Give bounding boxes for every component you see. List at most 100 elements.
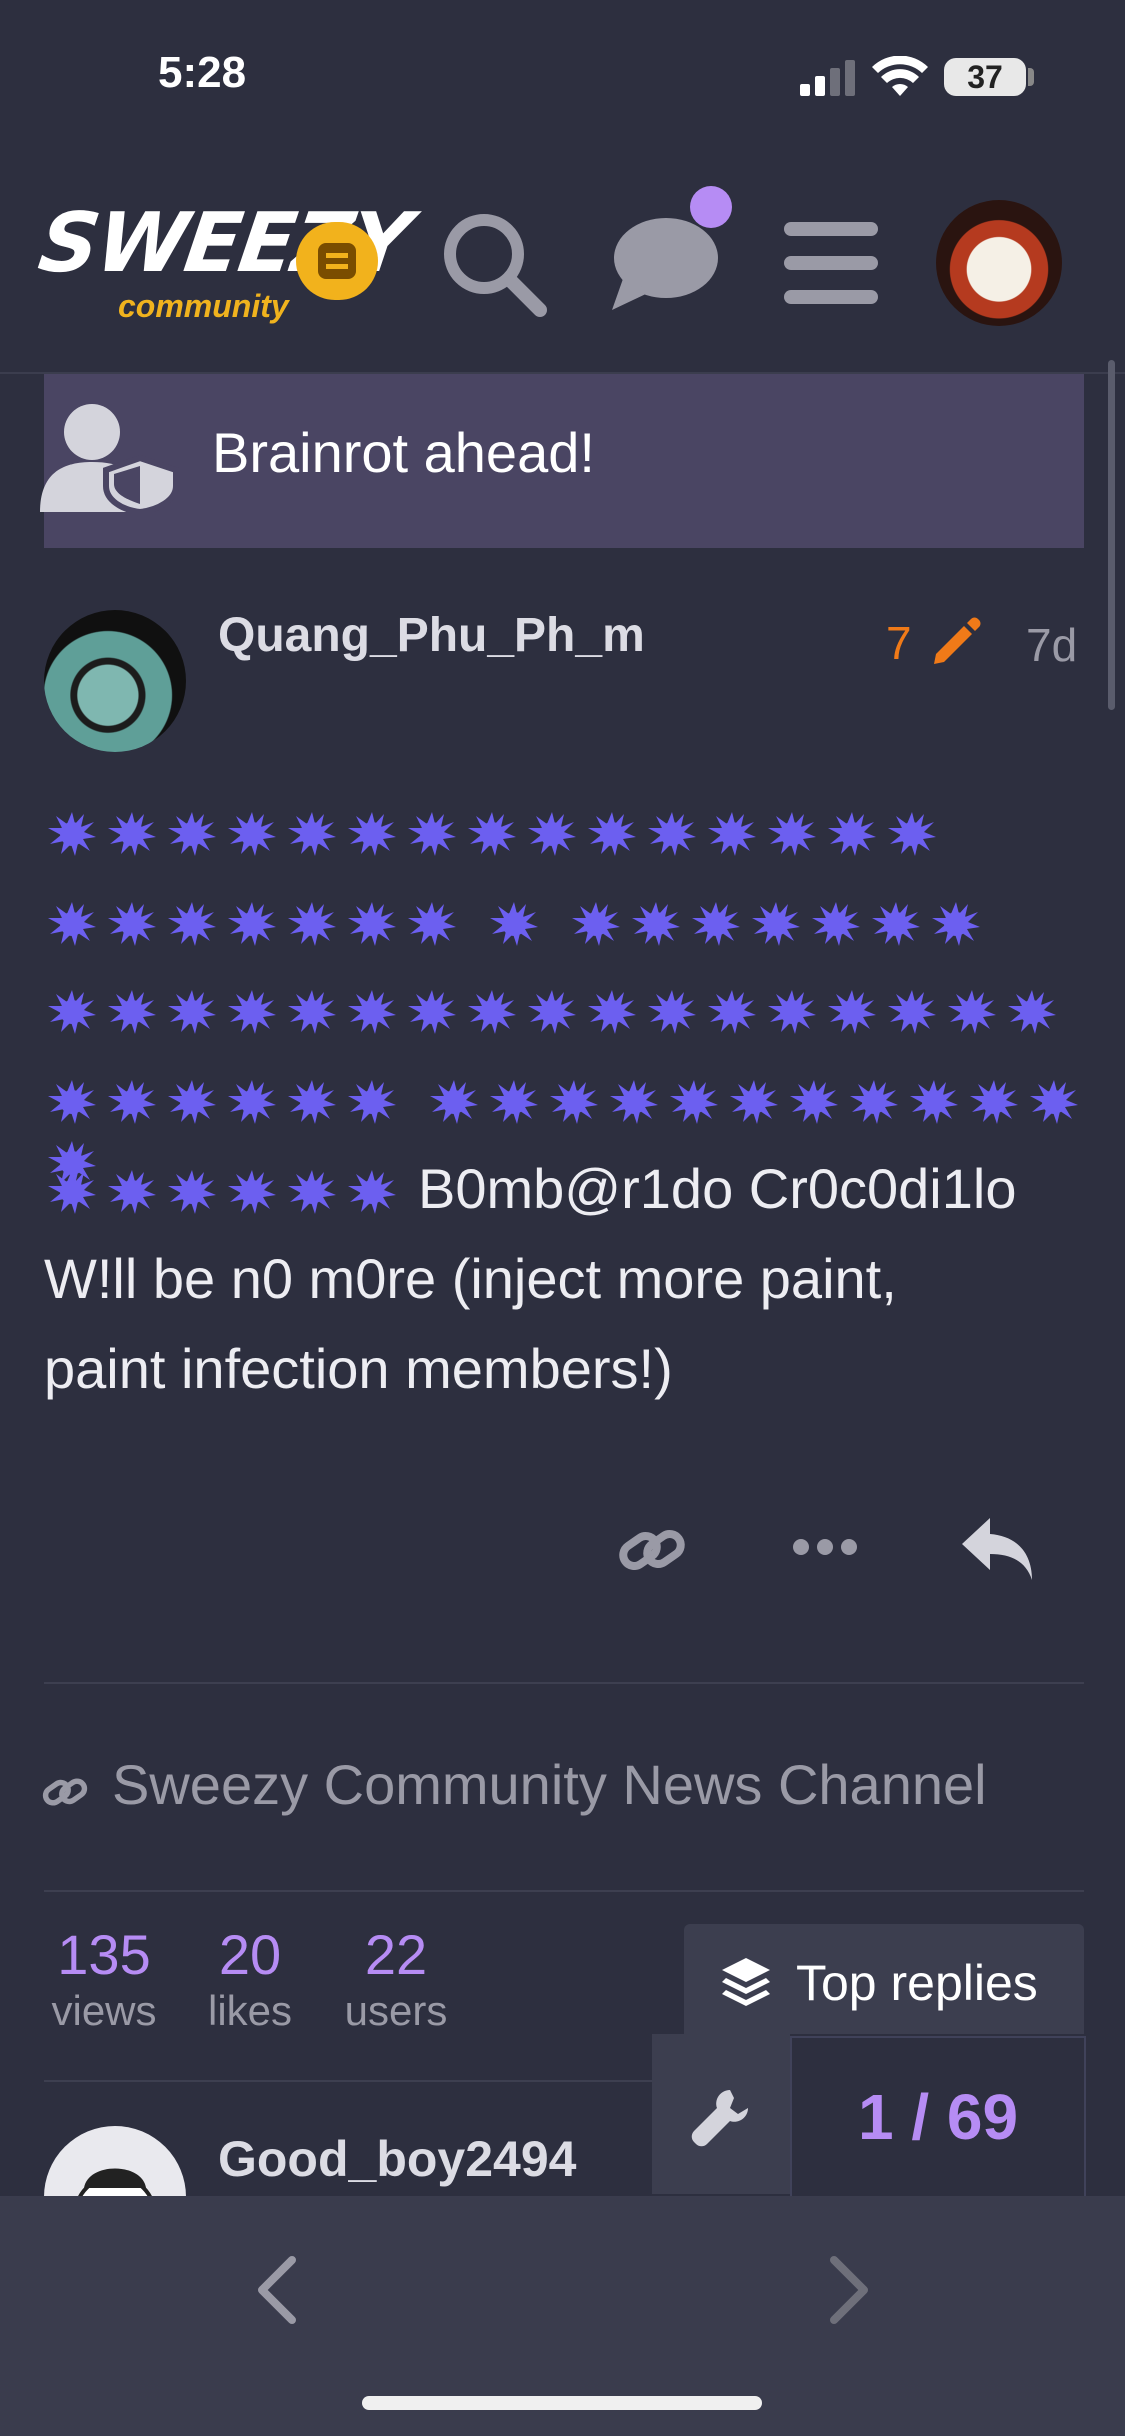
paint-splat-icon (708, 812, 756, 856)
paint-splat-icon (490, 1080, 538, 1124)
users-label: users (344, 1987, 448, 2034)
paint-splat-icon (872, 902, 920, 946)
paint-splat-icon (850, 1080, 898, 1124)
paint-splat-icon (670, 1080, 718, 1124)
post-text-line-2: W!ll be n0 m0re (inject more paint, (44, 1247, 897, 1310)
wrench-icon[interactable] (690, 2086, 752, 2148)
paint-splat-icon (408, 990, 456, 1034)
splat-row-4 (44, 1074, 1125, 1185)
paint-splat-icon (970, 1080, 1018, 1124)
forward-chevron-icon[interactable] (828, 2254, 872, 2326)
stats-divider-top (44, 1890, 1084, 1892)
paint-splat-icon (828, 990, 876, 1034)
share-link-icon[interactable] (618, 1522, 686, 1578)
logo-chat-bubble-icon (296, 222, 378, 300)
post-age[interactable]: 7d (1026, 618, 1077, 672)
top-replies-label[interactable]: Top replies (796, 1954, 1038, 2012)
paint-splat-icon (168, 990, 216, 1034)
battery-indicator: 37 (944, 58, 1026, 96)
paint-splat-icon (708, 990, 756, 1034)
paint-splat-icon (48, 990, 96, 1034)
current-user-avatar[interactable] (936, 200, 1062, 326)
banner-text: Brainrot ahead! (212, 421, 595, 484)
reply-icon[interactable] (960, 1516, 1036, 1582)
paint-splat-icon (108, 1170, 156, 1214)
paint-splat-icon (828, 812, 876, 856)
paint-splat-icon (648, 812, 696, 856)
notification-dot (690, 186, 732, 228)
post-author-username[interactable]: Quang_Phu_Ph_m (218, 608, 645, 663)
hamburger-icon[interactable] (784, 220, 878, 306)
paint-splat-icon (348, 1170, 396, 1214)
paint-splat-icon (48, 902, 96, 946)
post-text-line-1: B0mb@r1do Cr0c0di1lo (418, 1157, 1017, 1220)
paint-splat-icon (730, 1080, 778, 1124)
paint-splat-icon (790, 1080, 838, 1124)
paint-splat-icon (288, 1080, 336, 1124)
splat-row-3 (44, 984, 1064, 1048)
splat-row-1 (44, 806, 944, 870)
paint-splat-icon (228, 812, 276, 856)
paint-splat-icon (768, 990, 816, 1034)
stat-users: 22 users (336, 1922, 456, 2035)
paint-splat-icon (228, 902, 276, 946)
paint-splat-icon (932, 902, 980, 946)
paint-splat-icon (430, 1080, 478, 1124)
search-icon[interactable] (440, 210, 550, 320)
paint-splat-icon (108, 902, 156, 946)
paint-splat-icon (692, 902, 740, 946)
more-options-icon[interactable] (792, 1536, 858, 1558)
splat-row-5 (44, 1164, 404, 1228)
paint-splat-icon (588, 812, 636, 856)
chat-icon[interactable] (606, 214, 720, 314)
home-indicator[interactable] (362, 2396, 762, 2410)
link-icon (42, 1778, 88, 1806)
cellular-signal-icon (800, 60, 855, 96)
paint-splat-icon (812, 902, 860, 946)
paint-splat-icon (168, 1170, 216, 1214)
post-author-avatar[interactable] (44, 610, 186, 752)
battery-tip (1028, 68, 1034, 86)
paint-splat-icon (948, 990, 996, 1034)
paint-splat-icon (588, 990, 636, 1034)
users-count: 22 (364, 1923, 428, 1986)
paint-splat-icon (48, 812, 96, 856)
paint-splat-icon (468, 812, 516, 856)
paint-splat-icon (572, 902, 620, 946)
paint-splat-icon (288, 812, 336, 856)
stat-likes: 20 likes (200, 1922, 300, 2035)
pencil-icon[interactable] (928, 614, 984, 670)
paint-splat-icon (348, 990, 396, 1034)
likes-count: 20 (218, 1923, 282, 1986)
edit-count[interactable]: 7 (886, 616, 912, 670)
paint-splat-icon (550, 1080, 598, 1124)
page-scrollbar[interactable] (1108, 360, 1115, 710)
stat-views: 135 views (44, 1922, 164, 2035)
paint-splat-icon (48, 1170, 96, 1214)
paint-splat-icon (168, 812, 216, 856)
paint-splat-icon (108, 990, 156, 1034)
paint-splat-icon (228, 1080, 276, 1124)
views-label: views (51, 1987, 157, 2034)
paint-splat-icon (468, 990, 516, 1034)
site-logo-subtitle: community (118, 288, 289, 324)
paint-splat-icon (768, 812, 816, 856)
stats-divider-bottom (44, 2080, 652, 2082)
paint-splat-icon (408, 812, 456, 856)
paint-splat-icon (1008, 990, 1056, 1034)
reply-author-username[interactable]: Good_boy2494 (218, 2130, 576, 2188)
related-topic-link[interactable]: Sweezy Community News Channel (112, 1752, 987, 1817)
back-chevron-icon[interactable] (254, 2254, 298, 2326)
post-divider (44, 1682, 1084, 1684)
paint-splat-icon (632, 902, 680, 946)
progress-counter-text[interactable]: 1 / 69 (790, 2080, 1086, 2154)
paint-splat-icon (348, 812, 396, 856)
paint-splat-icon (528, 812, 576, 856)
post-text-line-3: paint infection members!) (44, 1337, 673, 1400)
paint-splat-icon (168, 1080, 216, 1124)
paint-splat-icon (752, 902, 800, 946)
paint-splat-icon (348, 902, 396, 946)
splat-row-2 (44, 896, 988, 960)
paint-splat-icon (490, 902, 538, 946)
paint-splat-icon (168, 902, 216, 946)
